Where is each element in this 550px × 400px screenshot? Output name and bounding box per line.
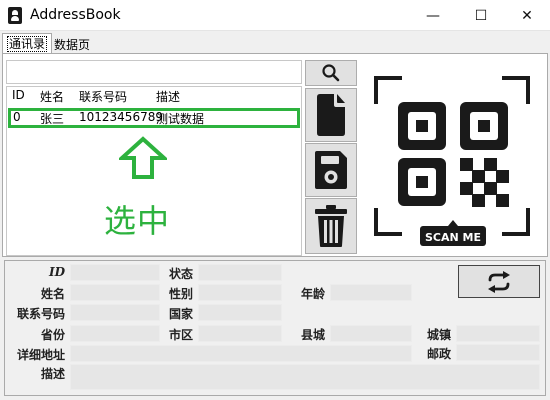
label-name: 姓名 xyxy=(40,287,65,301)
field-name[interactable] xyxy=(70,284,160,301)
tab-contacts-label: 通讯录 xyxy=(7,36,48,52)
label-desc: 描述 xyxy=(40,367,65,381)
field-phone[interactable] xyxy=(70,304,160,321)
tab-data[interactable]: 数据页 xyxy=(50,35,95,53)
label-age: 年龄 xyxy=(300,287,325,301)
field-postcode[interactable] xyxy=(456,344,540,361)
tab-strip: 通讯录 数据页 xyxy=(0,32,550,53)
field-age[interactable] xyxy=(330,284,412,301)
new-button[interactable] xyxy=(305,88,357,142)
label-id: ID xyxy=(48,265,65,279)
arrow-up-icon xyxy=(119,136,167,179)
label-county: 县城 xyxy=(300,328,325,342)
column-header-id[interactable]: ID xyxy=(12,88,25,102)
close-button[interactable]: ✕ xyxy=(504,0,550,31)
refresh-icon xyxy=(488,270,510,293)
cell-id: 0 xyxy=(13,110,21,124)
delete-button[interactable] xyxy=(305,198,357,254)
qr-caption: SCAN ME xyxy=(425,231,481,244)
selected-annotation: 选中 xyxy=(104,202,171,240)
label-district: 市区 xyxy=(168,328,193,342)
search-icon xyxy=(322,64,340,82)
tab-contacts[interactable]: 通讯录 xyxy=(2,33,53,53)
field-town[interactable] xyxy=(456,325,540,342)
save-icon xyxy=(315,151,347,189)
app-contact-icon xyxy=(8,7,22,24)
search-input[interactable] xyxy=(6,60,302,84)
field-country[interactable] xyxy=(198,304,282,321)
cell-name: 张三 xyxy=(40,112,65,126)
column-header-name[interactable]: 姓名 xyxy=(40,88,64,105)
label-gender: 性别 xyxy=(168,287,193,301)
label-phone: 联系号码 xyxy=(16,307,65,321)
maximize-button[interactable]: ☐ xyxy=(458,0,504,31)
new-file-icon xyxy=(317,94,345,136)
label-province: 省份 xyxy=(40,328,65,342)
label-status: 状态 xyxy=(168,267,193,281)
field-county[interactable] xyxy=(330,325,412,342)
field-province[interactable] xyxy=(70,325,160,342)
field-gender[interactable] xyxy=(198,284,282,301)
label-address: 详细地址 xyxy=(16,348,65,362)
cell-desc: 测试数据 xyxy=(156,112,205,126)
label-town: 城镇 xyxy=(426,328,451,342)
field-district[interactable] xyxy=(198,325,282,342)
window-title: AddressBook xyxy=(30,7,121,23)
label-postcode: 邮政 xyxy=(426,347,451,361)
field-address[interactable] xyxy=(70,345,412,362)
column-header-desc[interactable]: 描述 xyxy=(156,88,180,105)
field-id[interactable] xyxy=(70,264,160,281)
refresh-button[interactable] xyxy=(458,265,540,298)
qr-code-image: SCAN ME xyxy=(374,76,530,246)
save-button[interactable] xyxy=(305,143,357,197)
cell-phone: 10123456789 xyxy=(79,110,163,124)
column-header-phone[interactable]: 联系号码 xyxy=(79,88,127,105)
title-bar: AddressBook — ☐ ✕ xyxy=(0,0,550,31)
field-status[interactable] xyxy=(198,264,282,281)
minimize-button[interactable]: — xyxy=(410,0,456,31)
trash-icon xyxy=(315,205,347,247)
label-country: 国家 xyxy=(168,307,193,321)
field-desc[interactable] xyxy=(70,364,540,390)
search-button[interactable] xyxy=(305,60,357,86)
